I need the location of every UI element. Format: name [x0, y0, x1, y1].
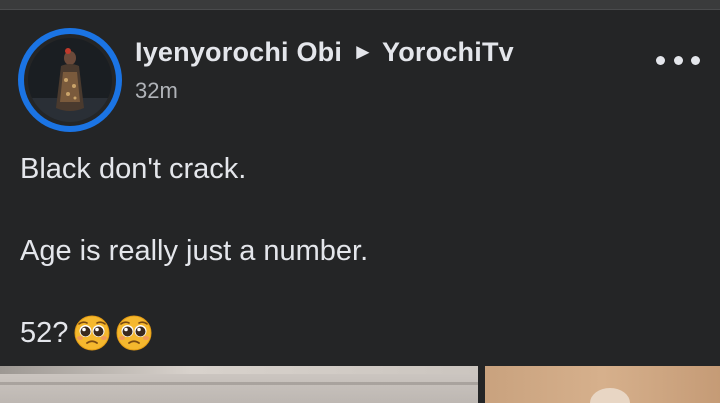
- post-text-line: Age is really just a number.: [20, 235, 369, 267]
- post-author-line: Iyenyorochi Obi ► YorochiTv: [135, 37, 514, 68]
- more-options-icon: [656, 55, 665, 65]
- post-photo-right[interactable]: [485, 366, 720, 403]
- post-text-line: 52?: [20, 315, 152, 351]
- profile-avatar[interactable]: [18, 28, 122, 132]
- shared-to-arrow-icon: ►: [352, 39, 375, 64]
- post-text-value: 52?: [20, 316, 69, 349]
- author-name[interactable]: Iyenyorochi Obi: [135, 37, 342, 67]
- avatar-image: [28, 38, 112, 122]
- post-text-line: Black don't crack.: [20, 153, 247, 185]
- post-photo-left[interactable]: [0, 366, 478, 403]
- avatar-photo: [28, 38, 112, 122]
- page-name[interactable]: YorochiTv: [382, 37, 514, 67]
- post-timestamp[interactable]: 32m: [135, 78, 178, 104]
- pleading-face-emoji-icon: [116, 315, 152, 351]
- feed-divider: [0, 0, 720, 10]
- pleading-face-emoji-icon: [74, 315, 110, 351]
- more-options-button[interactable]: [656, 47, 700, 73]
